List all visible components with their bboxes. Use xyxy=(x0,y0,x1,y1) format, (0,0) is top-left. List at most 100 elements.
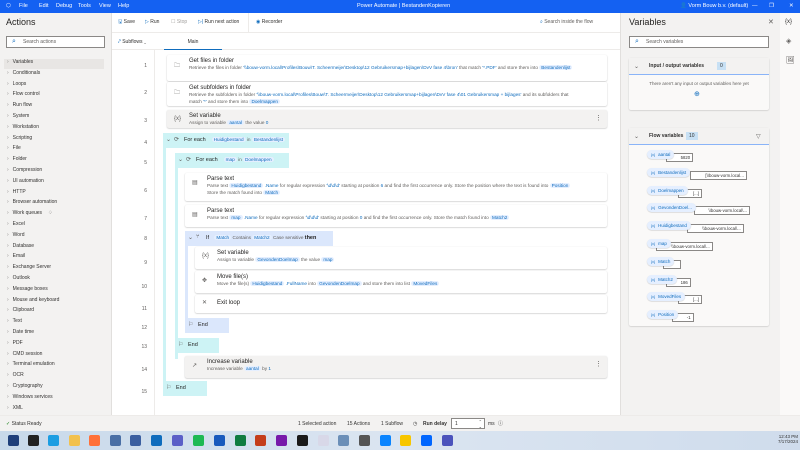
filter-icon[interactable]: ▽ xyxy=(756,133,761,140)
action-category-date-time[interactable]: › Date time xyxy=(7,329,107,339)
flow-vars-header[interactable]: ⌄ Flow variables 10 ▽ xyxy=(629,128,769,145)
block-header-end[interactable]: ⚐ End xyxy=(175,338,219,353)
ui-elements-icon[interactable]: ◈ xyxy=(786,37,791,45)
close-button[interactable]: ✕ xyxy=(789,3,794,9)
action-category-mouse-and-keyboard[interactable]: › Mouse and keyboard xyxy=(7,297,107,307)
action-category-compression[interactable]: › Compression xyxy=(7,167,107,177)
variables-pane-icon[interactable]: {x} xyxy=(785,19,792,25)
action-category-folder[interactable]: › Folder xyxy=(7,156,107,166)
menu-help[interactable]: Help xyxy=(118,3,129,9)
powerpoint-icon[interactable] xyxy=(255,435,266,446)
action-card-move-file-s-[interactable]: ✥ Move file(s) Move the file(s) Huidigbest… xyxy=(195,271,607,293)
action-category-clipboard[interactable]: › Clipboard xyxy=(7,307,107,317)
variable-name-chip[interactable]: {x} Bestandenlijst xyxy=(647,167,691,177)
run-button[interactable]: ▷ Run xyxy=(145,19,159,25)
action-category-file[interactable]: › File xyxy=(7,145,107,155)
menu-tools[interactable]: Tools xyxy=(78,3,91,9)
action-card-increase-variable[interactable]: ↗ Increase variable Increase variable aant… xyxy=(185,356,607,378)
save-button[interactable]: 🖫 Save xyxy=(118,19,135,27)
block-header-end[interactable]: ⚐ End xyxy=(185,318,229,333)
action-category-run-flow[interactable]: › Run flow xyxy=(7,102,107,112)
power-automate-icon[interactable] xyxy=(421,435,432,446)
stop-button[interactable]: ☐ Stop xyxy=(171,19,187,25)
action-category-loops[interactable]: › Loops xyxy=(7,81,107,91)
close-variables-icon[interactable]: ✕ xyxy=(768,18,774,26)
calculator-icon[interactable] xyxy=(338,435,349,446)
more-options-icon[interactable]: ⋮ xyxy=(595,114,602,122)
variable-name-chip[interactable]: {x} map xyxy=(647,239,671,248)
search-actions-input[interactable]: ⌕ Search actions xyxy=(6,36,105,48)
action-category-email[interactable]: › Email xyxy=(7,253,107,263)
outlook-icon[interactable] xyxy=(151,435,162,446)
terminal-icon[interactable] xyxy=(297,435,308,446)
search-icon[interactable] xyxy=(28,435,39,446)
action-category-database[interactable]: › Database xyxy=(7,243,107,253)
action-category-browser-automation[interactable]: › Browser automation xyxy=(7,199,107,209)
action-category-xml[interactable]: › XML xyxy=(7,405,107,415)
action-card-parse-text[interactable]: ▤ Parse text Parse text Huidigbestand .Nam… xyxy=(185,173,607,201)
onenote-icon[interactable] xyxy=(276,435,287,446)
variable-name-chip[interactable]: {x} Doelmappen xyxy=(647,185,688,195)
action-category-message-boxes[interactable]: › Message boxes xyxy=(7,286,107,296)
sticky-notes-icon[interactable] xyxy=(400,435,411,446)
chevron-down-icon[interactable]: ⌄ xyxy=(188,234,193,241)
action-category-cmd-session[interactable]: › CMD session xyxy=(7,351,107,361)
teams-icon[interactable] xyxy=(172,435,183,446)
teams-classic-icon[interactable] xyxy=(442,435,453,446)
recorder-button[interactable]: ◉ Recorder xyxy=(256,19,282,25)
app-icon[interactable] xyxy=(110,435,121,446)
action-category-text[interactable]: › Text xyxy=(7,318,107,328)
action-card-get-subfolders-in-folder[interactable]: 🗀 Get subfolders in folder Retrieve the su… xyxy=(167,82,607,106)
action-category-pdf[interactable]: › PDF xyxy=(7,340,107,350)
action-category-variables[interactable]: › Variables xyxy=(4,59,104,69)
variable-name-chip[interactable]: {x} Position xyxy=(647,310,679,320)
action-category-word[interactable]: › Word xyxy=(7,232,107,242)
word-icon[interactable] xyxy=(214,435,225,446)
action-card-set-variable[interactable]: {x} Set variable Assign to variable Gevond… xyxy=(195,247,607,269)
menu-edit[interactable]: Edit xyxy=(39,3,48,9)
action-category-flow-control[interactable]: › Flow control xyxy=(7,91,107,101)
excel-icon[interactable] xyxy=(235,435,246,446)
firefox-icon[interactable] xyxy=(89,435,100,446)
action-card-get-files-in-folder[interactable]: 🗀 Get files in folder Retrieve the files i… xyxy=(167,55,607,81)
info-icon[interactable]: ⓘ xyxy=(498,420,503,427)
action-category-cryptography[interactable]: › Cryptography xyxy=(7,383,107,393)
io-header[interactable]: ⌄ Input / output variables 0 xyxy=(629,58,769,75)
variable-name-chip[interactable]: {x} MovedFiles xyxy=(647,292,686,302)
action-category-ocr[interactable]: › OCR xyxy=(7,372,107,382)
action-category-windows-services[interactable]: › Windows services xyxy=(7,394,107,404)
subflows-dropdown[interactable]: ⤤ Subflows ⌄ xyxy=(118,39,146,45)
action-category-workstation[interactable]: › Workstation xyxy=(7,124,107,134)
chevron-down-icon[interactable]: ⌄ xyxy=(178,156,183,163)
paint-icon[interactable] xyxy=(318,435,329,446)
chevron-down-icon[interactable]: ⌄ xyxy=(166,136,171,143)
file-explorer-icon[interactable] xyxy=(69,435,80,446)
action-category-exchange-server[interactable]: › Exchange Server xyxy=(7,264,107,274)
action-category-work-queues[interactable]: › Work queues ♢ xyxy=(7,210,107,220)
variable-name-chip[interactable]: {x} Match2 xyxy=(647,274,677,284)
edge-icon[interactable] xyxy=(48,435,59,446)
action-category-http[interactable]: › HTTP xyxy=(7,189,107,199)
search-variables-input[interactable]: ⌕ Search variables xyxy=(629,36,769,48)
tab-main[interactable]: Main xyxy=(164,33,222,50)
start-icon[interactable] xyxy=(8,435,19,446)
run-delay-input[interactable]: 1 ⌃ ⌄ xyxy=(451,418,485,429)
stepper-icon[interactable]: ⌃ ⌄ xyxy=(479,419,482,429)
block-header-for-each[interactable]: ⌄ ⟳ For each Huidigbestand in Bestandenlijs… xyxy=(163,133,289,148)
action-category-conditionals[interactable]: › Conditionals xyxy=(7,70,107,80)
block-header-end[interactable]: ⚐ End xyxy=(163,381,207,396)
account-name[interactable]: 👤 Vorm Bouw b.v. (default) xyxy=(680,3,748,9)
action-card-exit-loop[interactable]: ✕ Exit loop xyxy=(195,295,607,313)
action-category-system[interactable]: › System xyxy=(7,113,107,123)
action-category-excel[interactable]: › Excel xyxy=(7,221,107,231)
variable-name-chip[interactable]: {x} Huidigbestand xyxy=(647,221,691,231)
action-category-outlook[interactable]: › Outlook xyxy=(7,275,107,285)
menu-debug[interactable]: Debug xyxy=(56,3,72,9)
action-category-terminal-emulation[interactable]: › Terminal emulation xyxy=(7,361,107,371)
maximize-button[interactable]: ❐ xyxy=(769,3,774,9)
block-header-if[interactable]: ⌄ ⑂ If Match Contains Match2 Case sensitive… xyxy=(185,231,333,246)
variable-name-chip[interactable]: {x} Match xyxy=(647,256,675,266)
system-clock[interactable]: 12:43 PM 7/17/2024 xyxy=(770,434,798,444)
action-card-parse-text[interactable]: ▤ Parse text Parse text map .Name for regu… xyxy=(185,205,607,227)
spotify-icon[interactable] xyxy=(193,435,204,446)
